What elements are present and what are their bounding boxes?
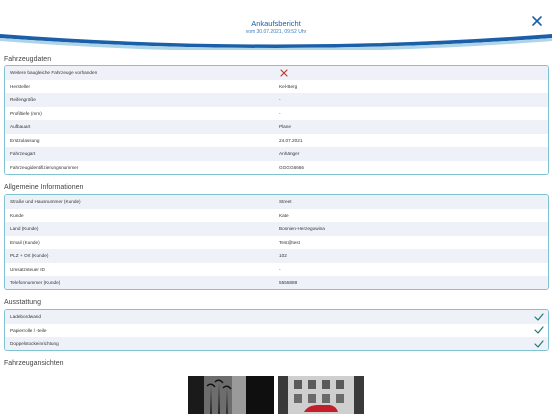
section-title-vehicle: Fahrzeugdaten — [4, 56, 52, 63]
vehicle-data-panel: Weitere baugleiche Fahrzeuge vorhanden H… — [4, 65, 549, 175]
row-label: Weitere baugleiche Fahrzeuge vorhanden — [10, 70, 98, 76]
row-value: Street — [279, 199, 292, 205]
row-value — [275, 69, 548, 77]
table-row: Fahrzeugart Anhänger — [5, 147, 548, 161]
item-label: Papierrolle / -teile — [10, 327, 47, 333]
row-value: - — [279, 97, 281, 103]
report-timestamp: vom 30.07.2021, 09:52 Uhr — [245, 29, 307, 35]
row-label: Erstzulassung — [10, 137, 40, 143]
section-title-equipment: Ausstattung — [4, 299, 41, 306]
row-value: Test@test — [279, 239, 300, 245]
general-info-panel: Straße und Hausnummer (Kunde) Street Kun… — [4, 194, 549, 290]
item-label: Doppelstockeinrichtung — [10, 341, 59, 347]
table-row: Hersteller Kel-Berg — [5, 79, 548, 93]
row-label: Hersteller — [10, 83, 31, 89]
vehicle-photo-1[interactable] — [188, 376, 274, 414]
row-value: Bosnien-Herzegowina — [279, 226, 325, 232]
palm-street-photo — [188, 376, 274, 414]
row-label: Aufbauart — [10, 124, 31, 130]
table-row: Fahrzeugidentifizierungsnummer GGGG6666 — [5, 160, 548, 174]
row-label: Kunde — [10, 212, 24, 218]
check-icon — [534, 326, 544, 334]
row-label: Umsatzsteuer ID — [10, 266, 45, 272]
table-row: Profiltiefe (mm) - — [5, 106, 548, 120]
table-row: Aufbauart Plane — [5, 120, 548, 134]
row-value: 24.07.2021 — [279, 137, 303, 143]
row-value: GGGG6666 — [279, 164, 305, 170]
table-row: Land (Kunde) Bosnien-Herzegowina — [5, 222, 548, 236]
row-value: 5555888 — [279, 280, 298, 286]
row-value: - — [279, 266, 281, 272]
row-label: PLZ + Ort (Kunde) — [10, 253, 49, 259]
row-label: Land (Kunde) — [10, 226, 39, 232]
item-label: Ladebordwand — [10, 314, 42, 320]
page-title: Ankaufsbericht — [251, 19, 301, 28]
row-value: - — [279, 110, 281, 116]
report-header: Ankaufsbericht vom 30.07.2021, 09:52 Uhr — [0, 0, 552, 50]
table-row: Reifengröße - — [5, 93, 548, 107]
row-value: 102 — [279, 253, 287, 259]
row-value: Plane — [279, 124, 291, 130]
table-row: Email (Kunde) Test@test — [5, 235, 548, 249]
vehicle-photo-2[interactable] — [278, 376, 364, 414]
row-label: Fahrzeugidentifizierungsnummer — [10, 164, 79, 170]
list-item: Papierrolle / -teile — [5, 323, 548, 337]
check-icon — [534, 313, 544, 321]
list-item: Ladebordwand — [5, 310, 548, 324]
row-label: Profiltiefe (mm) — [10, 110, 42, 116]
row-label: Reifengröße — [10, 97, 36, 103]
section-title-views: Fahrzeugansichten — [4, 360, 64, 367]
section-title-general: Allgemeine Informationen — [4, 184, 84, 191]
check-icon — [534, 340, 544, 348]
row-label: Email (Kunde) — [10, 239, 40, 245]
table-row: PLZ + Ort (Kunde) 102 — [5, 249, 548, 263]
table-row: Straße und Hausnummer (Kunde) Street — [5, 195, 548, 209]
close-icon — [532, 16, 542, 26]
equipment-panel: Ladebordwand Papierrolle / -teile Doppel… — [4, 309, 549, 351]
table-row: Kunde Kate — [5, 208, 548, 222]
table-row: Telefonnummer (Kunde) 5555888 — [5, 276, 548, 289]
row-label: Telefonnummer (Kunde) — [10, 280, 61, 286]
close-button[interactable] — [530, 14, 544, 28]
list-item: Doppelstockeinrichtung — [5, 337, 548, 350]
table-row: Umsatzsteuer ID - — [5, 262, 548, 276]
row-value: Anhänger — [279, 151, 300, 157]
table-row: Erstzulassung 24.07.2021 — [5, 133, 548, 147]
row-value: Kate — [279, 212, 289, 218]
red-car-building-photo — [278, 376, 364, 414]
row-label: Fahrzeugart — [10, 151, 36, 157]
row-label: Straße und Hausnummer (Kunde) — [10, 199, 81, 205]
row-value: Kel-Berg — [279, 83, 298, 89]
table-row: Weitere baugleiche Fahrzeuge vorhanden — [5, 66, 548, 80]
x-mark-icon — [280, 69, 288, 77]
